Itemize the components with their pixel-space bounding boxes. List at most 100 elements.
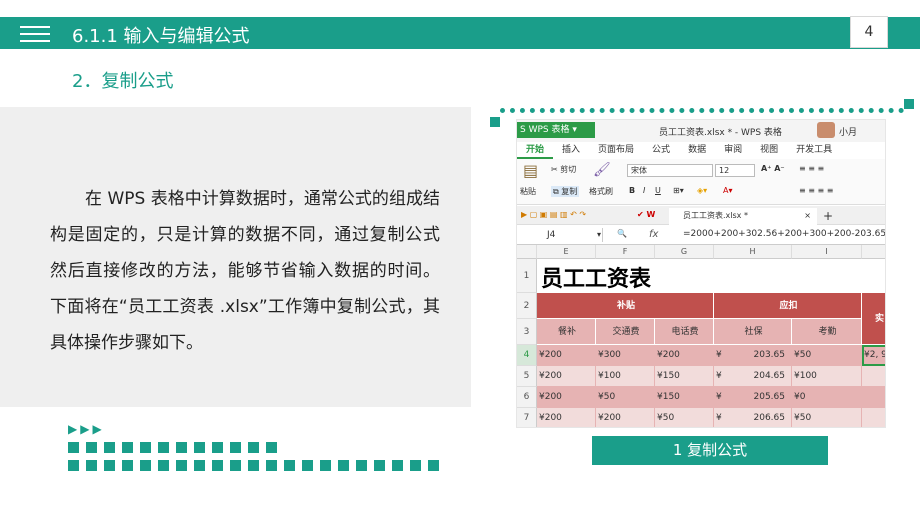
figure-caption: 1 复制公式 — [592, 436, 828, 465]
border-icon[interactable]: ⊞▾ — [673, 186, 684, 195]
copy-button[interactable]: ⧉ 复制 — [551, 186, 580, 197]
cell-amount: 204.65 — [753, 371, 786, 381]
bold-button[interactable]: B — [629, 186, 635, 195]
page-title: 6.1.1 输入与编辑公式 — [72, 26, 250, 47]
group-header-payable[interactable]: 应扣 — [714, 293, 862, 319]
row-header[interactable]: 5 — [517, 366, 537, 387]
format-painter-button[interactable]: 格式刷 — [589, 186, 613, 197]
ribbon-tabs: 开始 插入 页面布局 公式 数据 审阅 视图 开发工具 — [517, 142, 885, 159]
menu-icon[interactable] — [20, 26, 50, 42]
sheet-title[interactable]: 员工工资表 — [541, 261, 651, 293]
toolbar-quick-icons[interactable]: ▶ ▢ ▣ ▤ ▥ ↶ ↷ — [521, 210, 586, 219]
column-header[interactable]: I — [792, 245, 862, 259]
ribbon: ▤ 粘贴 ✂ 剪切 ⧉ 复制 🖌 格式刷 宋体 12 A⁺ A⁻ B I U ⊞… — [517, 159, 885, 205]
zoom-icon[interactable]: 🔍 — [617, 229, 627, 238]
table-cell[interactable]: ¥150 — [655, 366, 714, 387]
tab-home[interactable]: 开始 — [517, 142, 554, 159]
fx-icon[interactable]: fx — [649, 229, 658, 240]
close-icon[interactable]: × — [804, 208, 811, 224]
column-header[interactable] — [862, 245, 885, 259]
table-cell[interactable] — [862, 387, 885, 408]
table-cell[interactable]: ¥150 — [655, 387, 714, 408]
row-header[interactable]: 6 — [517, 387, 537, 408]
sub-header-cell[interactable]: 社保 — [714, 319, 792, 345]
selected-cell-j4[interactable]: ¥2, 9 — [862, 345, 885, 366]
cell-amount: 203.65 — [753, 350, 786, 360]
table-cell[interactable]: ¥200 — [537, 345, 596, 366]
doc-tab-salary[interactable]: 员工工资表.xlsx * × — [669, 208, 817, 225]
paste-icon[interactable]: ▤ — [523, 161, 538, 180]
fill-color-icon[interactable]: ◈▾ — [697, 186, 707, 195]
arrow-decoration-icon: ▶▶▶ — [68, 422, 105, 436]
format-painter-icon[interactable]: 🖌 — [593, 162, 611, 178]
sub-header-cell[interactable]: 餐补 — [537, 319, 596, 345]
italic-button[interactable]: I — [643, 186, 645, 195]
tab-view[interactable]: 视图 — [751, 142, 787, 159]
font-size-select[interactable]: 12 — [715, 164, 755, 177]
row-header[interactable]: 4 — [517, 345, 537, 366]
group-header-actual[interactable]: 实 — [862, 293, 885, 345]
column-header[interactable]: H — [714, 245, 792, 259]
paste-button[interactable]: 粘贴 — [520, 186, 536, 197]
table-cell[interactable]: ¥50 — [596, 387, 655, 408]
table-cell[interactable]: ¥300 — [596, 345, 655, 366]
table-cell[interactable]: ¥200 — [537, 408, 596, 427]
row-header[interactable]: 3 — [517, 319, 537, 345]
row-header[interactable]: 1 — [517, 259, 537, 293]
tab-insert[interactable]: 插入 — [553, 142, 589, 159]
cut-label: 剪切 — [560, 165, 577, 174]
table-cell[interactable]: ¥100 — [792, 366, 862, 387]
table-cell[interactable] — [862, 366, 885, 387]
table-cell[interactable]: ¥50 — [792, 345, 862, 366]
tab-developer[interactable]: 开发工具 — [787, 142, 841, 159]
table-cell[interactable]: ¥200 — [655, 345, 714, 366]
add-tab-icon[interactable]: + — [823, 209, 833, 223]
row-header[interactable]: 7 — [517, 408, 537, 427]
table-cell[interactable]: ¥100 — [596, 366, 655, 387]
corner-cell[interactable] — [517, 245, 537, 259]
table-cell[interactable]: ¥205.65 — [714, 387, 792, 408]
wps-w-icon[interactable]: ✔ W — [637, 210, 655, 219]
group-header-allowance[interactable]: 补贴 — [537, 293, 714, 319]
tab-data[interactable]: 数据 — [679, 142, 715, 159]
chevron-down-icon[interactable]: ▾ — [597, 230, 601, 239]
table-cell[interactable]: ¥206.65 — [714, 408, 792, 427]
table-cell[interactable]: ¥0 — [792, 387, 862, 408]
column-header[interactable]: F — [596, 245, 655, 259]
text-panel: 在 WPS 表格中计算数据时，通常公式的组成结构是固定的，只是计算的数据不同，通… — [0, 107, 471, 407]
sub-header-cell[interactable]: 考勤 — [792, 319, 862, 345]
table-cell[interactable]: ¥204.65 — [714, 366, 792, 387]
tab-page-layout[interactable]: 页面布局 — [589, 142, 643, 159]
table-cell[interactable]: ¥200 — [537, 366, 596, 387]
avatar[interactable] — [817, 122, 835, 138]
wps-logo-icon: S — [520, 125, 529, 135]
sub-header-cell[interactable]: 交通费 — [596, 319, 655, 345]
font-grow-icon[interactable]: A⁺ A⁻ — [761, 164, 785, 173]
tab-review[interactable]: 审阅 — [715, 142, 751, 159]
cut-button[interactable]: ✂ 剪切 — [551, 164, 576, 175]
table-cell[interactable]: ¥50 — [655, 408, 714, 427]
table-cell[interactable]: ¥200 — [537, 387, 596, 408]
row-header[interactable]: 2 — [517, 293, 537, 319]
wps-app-menu[interactable]: S WPS 表格 ▾ — [517, 122, 595, 138]
column-header[interactable]: E — [537, 245, 596, 259]
user-name[interactable]: 小月 — [839, 125, 857, 138]
table-cell[interactable]: ¥50 — [792, 408, 862, 427]
formula-input[interactable]: =2000+200+302.56+200+300+200-203.65- — [683, 229, 885, 239]
font-color-icon[interactable]: A▾ — [723, 186, 733, 195]
column-header[interactable]: G — [655, 245, 714, 259]
table-cell[interactable]: ¥203.65 — [714, 345, 792, 366]
sub-header-cell[interactable]: 电话费 — [655, 319, 714, 345]
align-top-icon[interactable]: ≡ ≡ ≡ — [799, 164, 824, 173]
font-select[interactable]: 宋体 — [627, 164, 713, 177]
align-left-icon[interactable]: ≡ ≡ ≡ ≡ — [799, 186, 833, 195]
table-cell[interactable] — [862, 408, 885, 427]
table-cell[interactable]: ¥200 — [596, 408, 655, 427]
tab-formula[interactable]: 公式 — [643, 142, 679, 159]
header-bar: 6.1.1 输入与编辑公式 — [0, 17, 920, 49]
name-box[interactable]: J4 — [517, 228, 603, 242]
square-decoration-row — [68, 442, 277, 453]
underline-button[interactable]: U — [655, 186, 661, 195]
doc-tab-label: 员工工资表.xlsx * — [683, 211, 748, 220]
wps-screenshot: S WPS 表格 ▾ 员工工资表.xlsx * - WPS 表格 小月 开始 插… — [516, 119, 886, 428]
